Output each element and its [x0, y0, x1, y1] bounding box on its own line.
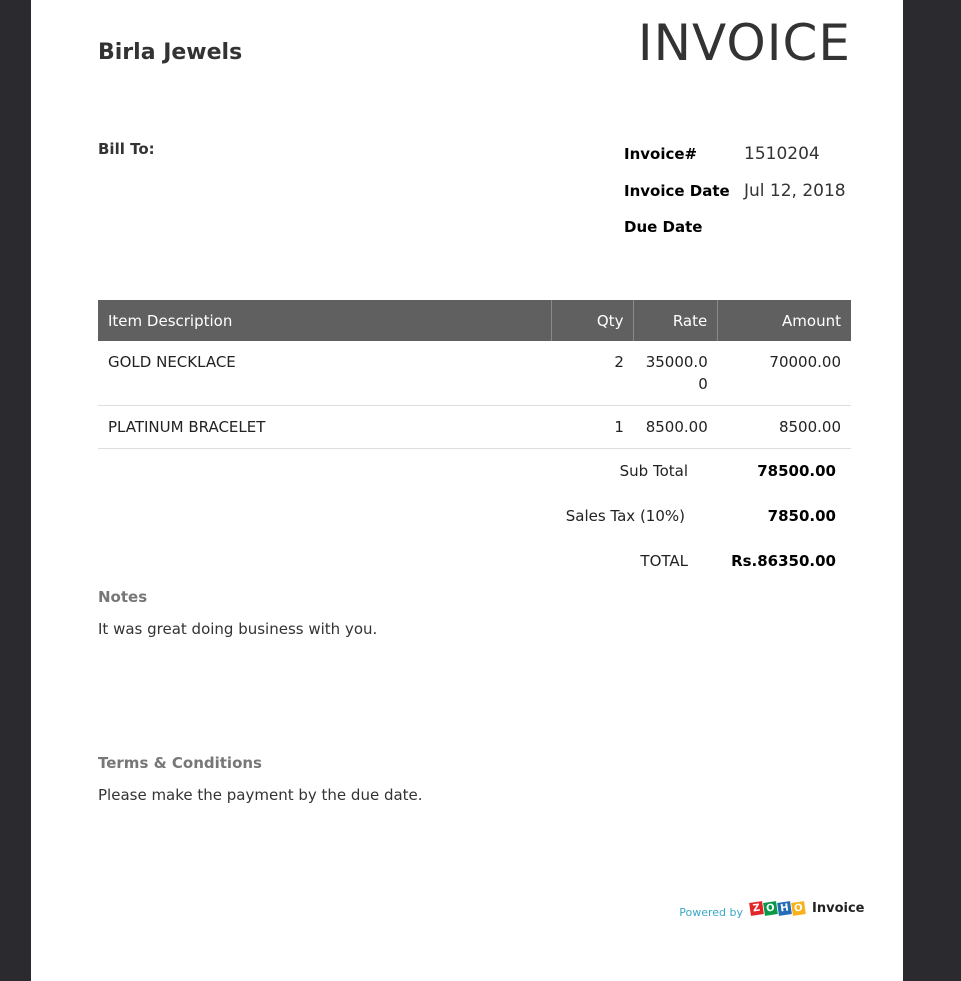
invoice-page: Birla Jewels INVOICE Bill To: Invoice# 1…: [31, 0, 903, 981]
terms-text: Please make the payment by the due date.: [98, 786, 423, 804]
item-qty: 1: [551, 405, 634, 449]
notes-heading: Notes: [98, 588, 148, 606]
subtotal-value: 78500.00: [757, 462, 836, 480]
tax-label: Sales Tax (10%): [565, 507, 685, 525]
item-rate: 8500.00: [633, 405, 718, 449]
zoho-invoice-logo[interactable]: Z O H O Invoice: [749, 901, 865, 916]
invoice-number-value: 1510204: [744, 144, 820, 164]
logo-letter: O: [763, 901, 778, 916]
total-value: Rs.86350.00: [731, 552, 836, 570]
header-qty: Qty: [550, 300, 634, 341]
item-amount: 8500.00: [717, 405, 851, 449]
item-qty: 2: [551, 341, 634, 406]
header-amount: Amount: [717, 300, 851, 341]
due-date-label: Due Date: [624, 218, 703, 236]
item-rate: 35000.00: [633, 341, 718, 406]
logo-letter: Z: [749, 901, 764, 916]
item-description: GOLD NECKLACE: [98, 341, 552, 406]
invoice-date-value: Jul 12, 2018: [744, 181, 846, 201]
line-items-table: Item Description Qty Rate Amount GOLD NE…: [98, 300, 851, 449]
table-row: PLATINUM BRACELET 1 8500.00 8500.00: [98, 405, 851, 449]
header-item-description: Item Description: [98, 300, 552, 341]
notes-text: It was great doing business with you.: [98, 620, 378, 638]
logo-letter: H: [777, 901, 792, 916]
terms-heading: Terms & Conditions: [98, 754, 262, 772]
tax-value: 7850.00: [767, 507, 836, 525]
logo-letter: O: [791, 901, 806, 916]
header-rate: Rate: [633, 300, 718, 341]
invoice-number-label: Invoice#: [624, 145, 698, 163]
table-header-row: Item Description Qty Rate Amount: [98, 300, 851, 341]
subtotal-label: Sub Total: [619, 462, 688, 480]
powered-by-text: Powered by: [679, 906, 743, 919]
logo-word: Invoice: [812, 901, 865, 916]
total-label: TOTAL: [640, 552, 688, 570]
company-name: Birla Jewels: [98, 40, 243, 65]
item-description: PLATINUM BRACELET: [98, 405, 552, 449]
item-amount: 70000.00: [717, 341, 851, 406]
bill-to-label: Bill To:: [98, 140, 155, 158]
invoice-date-label: Invoice Date: [624, 182, 730, 200]
document-title: INVOICE: [637, 14, 851, 72]
table-row: GOLD NECKLACE 2 35000.00 70000.00: [98, 341, 851, 406]
